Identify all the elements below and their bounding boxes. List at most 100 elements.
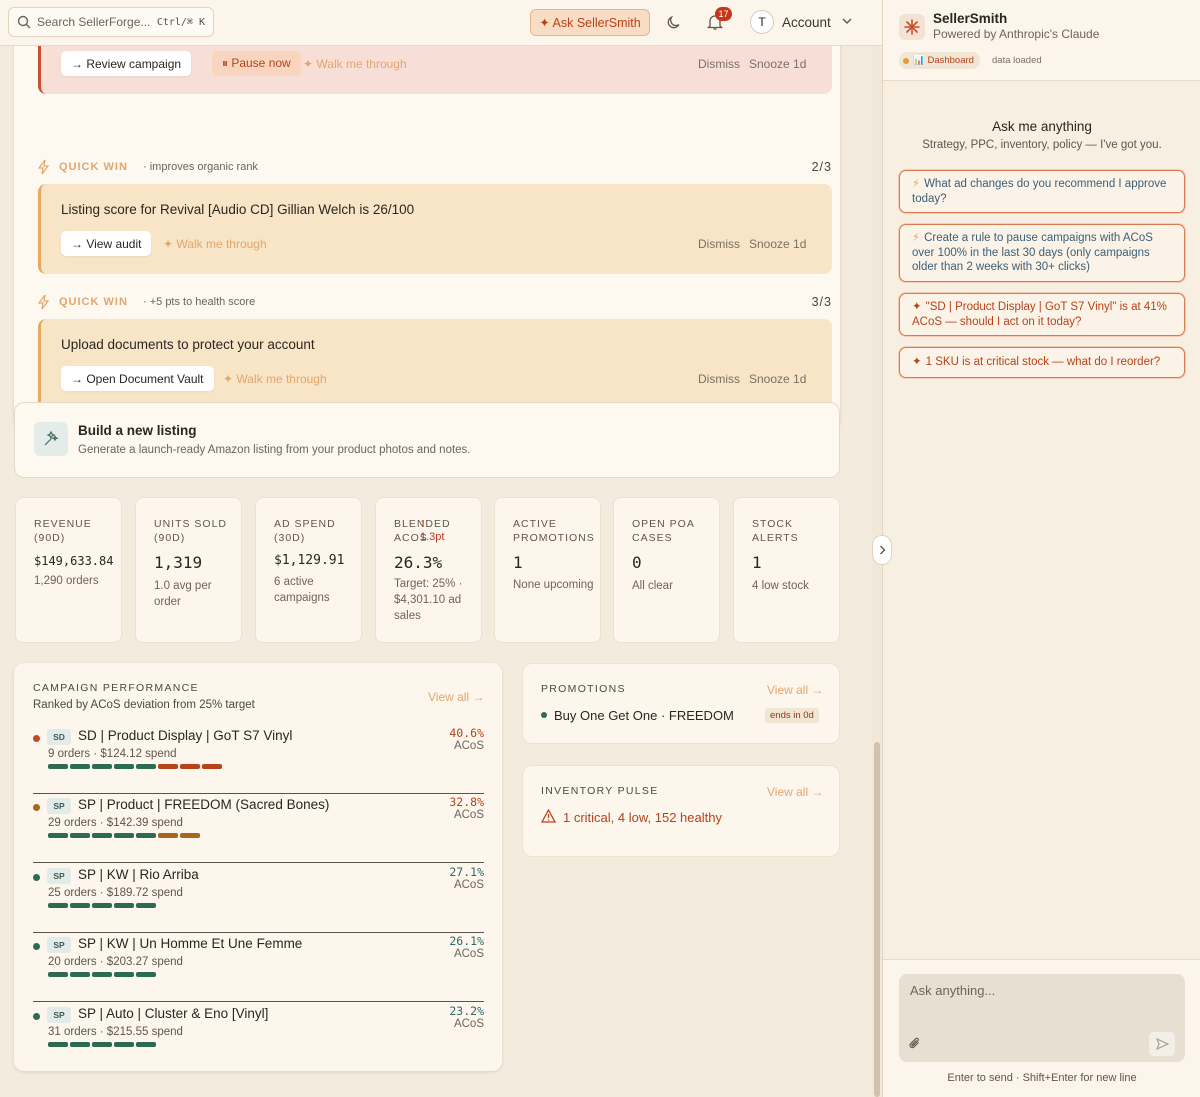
- kpi-stock-alerts: STOCK ALERTS 1 4 low stock: [733, 497, 840, 643]
- avatar[interactable]: T: [750, 10, 774, 34]
- dismiss-link[interactable]: Dismiss: [698, 372, 740, 386]
- snooze-link[interactable]: Snooze 1d: [749, 237, 806, 251]
- acos-bar-segment: [158, 764, 178, 769]
- inventory-view-all-link[interactable]: View all →: [767, 785, 823, 799]
- kpi-revenue: REVENUE (90D) $149,633.84 1,290 orders: [15, 497, 122, 643]
- kpi-active-promotions: ACTIVE PROMOTIONS 1 None upcoming: [494, 497, 601, 643]
- pause-now-button[interactable]: ⏸ Pause now: [212, 51, 301, 76]
- acos-bar: [48, 764, 222, 769]
- sparkle-icon: ✦: [912, 356, 922, 368]
- campaign-type-badge: SD: [47, 729, 71, 745]
- suggestion-text: 1 SKU is at critical stock — what do I r…: [925, 356, 1161, 368]
- campaign-name[interactable]: SP | Product | FREEDOM (Sacred Bones): [78, 797, 329, 812]
- kpi-blended-acos: BLENDED ACOS ↑ 1.3pt 26.3% Target: 25% ·…: [375, 497, 482, 643]
- campaign-acos: 27.1%: [449, 865, 484, 879]
- build-listing-card[interactable]: Build a new listing Generate a launch-re…: [14, 402, 840, 478]
- quick-win-label: QUICK WIN: [59, 296, 128, 308]
- campaign-name[interactable]: SP | KW | Un Homme Et Une Femme: [78, 936, 302, 951]
- dismiss-link[interactable]: Dismiss: [698, 57, 740, 71]
- campaign-acos-label: ACoS: [453, 1018, 484, 1030]
- chat-input-box[interactable]: [899, 974, 1185, 1062]
- acos-bar-segment: [114, 1042, 134, 1047]
- campaign-row[interactable]: SP SP | KW | Rio Arriba 25 orders · $189.7…: [33, 865, 484, 933]
- acos-bar-segment: [70, 903, 90, 908]
- walk-me-through-link[interactable]: ✦ Walk me through: [163, 237, 267, 251]
- chevron-right-icon: [879, 545, 885, 555]
- campaigns-view-all-link[interactable]: View all →: [428, 690, 484, 704]
- kpi-value: $1,129.91: [274, 553, 345, 568]
- walk-me-through-link[interactable]: ✦ Walk me through: [223, 372, 327, 386]
- status-dot: [903, 57, 909, 64]
- inventory-pulse-title: INVENTORY PULSE: [541, 785, 659, 797]
- chat-input[interactable]: [899, 974, 1185, 1034]
- send-button[interactable]: [1149, 1032, 1175, 1056]
- search-input[interactable]: Search SellerForge... Ctrl/⌘ K: [8, 7, 214, 37]
- acos-bar: [48, 972, 156, 977]
- campaign-name[interactable]: SD | Product Display | GoT S7 Vinyl: [78, 728, 292, 743]
- campaign-type-badge: SP: [47, 937, 71, 953]
- campaign-acos-label: ACoS: [453, 809, 484, 821]
- context-chip-label: 📊 Dashboard: [913, 55, 974, 66]
- acos-bar-segment: [180, 764, 200, 769]
- promotion-item[interactable]: Buy One Get One · FREEDOM: [554, 708, 734, 723]
- ask-sellersmith-button[interactable]: ✦ Ask SellerSmith: [530, 9, 650, 36]
- paperclip-icon[interactable]: [909, 1036, 921, 1050]
- campaign-acos-label: ACoS: [453, 740, 484, 752]
- suggestion-text: What ad changes do you recommend I appro…: [912, 178, 1167, 205]
- snooze-link[interactable]: Snooze 1d: [749, 57, 806, 71]
- acos-bar-segment: [158, 833, 178, 838]
- review-campaign-button[interactable]: → Review campaign: [61, 51, 192, 76]
- top-bar: Search SellerForge... Ctrl/⌘ K ✦ Ask Sel…: [0, 0, 882, 46]
- open-document-vault-button[interactable]: → Open Document Vault: [61, 366, 214, 391]
- kpi-label: AD SPEND (30D): [274, 518, 336, 544]
- quick-win-note: · improves organic rank: [143, 161, 258, 173]
- suggestion-button[interactable]: ⚡ What ad changes do you recommend I appr…: [899, 170, 1185, 213]
- status-dot: [541, 712, 547, 718]
- kpi-value: 1: [752, 553, 762, 572]
- acos-bar-segment: [136, 764, 156, 769]
- build-listing-title: Build a new listing: [78, 423, 197, 438]
- quick-win-title: Upload documents to protect your account: [61, 337, 315, 352]
- status-dot: [33, 943, 40, 950]
- dismiss-link[interactable]: Dismiss: [698, 237, 740, 251]
- context-chip[interactable]: 📊 Dashboard: [899, 52, 980, 69]
- suggestion-text: Create a rule to pause campaigns with AC…: [912, 232, 1153, 273]
- kpi-sub: 6 active campaigns: [274, 576, 330, 604]
- search-placeholder: Search SellerForge...: [37, 15, 151, 29]
- kpi-value: 1,319: [154, 553, 203, 572]
- search-icon: [17, 15, 31, 29]
- acos-bar-segment: [48, 833, 68, 838]
- kpi-value: 0: [632, 553, 642, 572]
- kpi-value: 1: [513, 553, 523, 572]
- moon-icon[interactable]: [666, 14, 682, 30]
- suggestion-button[interactable]: ✦ "SD | Product Display | GoT S7 Vinyl" i…: [899, 293, 1185, 336]
- campaign-row[interactable]: SD SD | Product Display | GoT S7 Vinyl 9 o…: [33, 726, 484, 794]
- campaign-row[interactable]: SP SP | Auto | Cluster & Eno [Vinyl] 31 or…: [33, 1004, 484, 1072]
- campaign-acos: 26.1%: [449, 934, 484, 948]
- inventory-summary: 1 critical, 4 low, 152 healthy: [563, 810, 722, 825]
- snooze-link[interactable]: Snooze 1d: [749, 372, 806, 386]
- kpi-label: STOCK ALERTS: [752, 518, 799, 544]
- suggestion-button[interactable]: ⚡ Create a rule to pause campaigns with A…: [899, 224, 1185, 282]
- campaign-row[interactable]: SP SP | KW | Un Homme Et Une Femme 20 orde…: [33, 934, 484, 1002]
- acos-bar-segment: [92, 1042, 112, 1047]
- promotions-view-all-link[interactable]: View all →: [767, 683, 823, 697]
- kpi-sub: All clear: [632, 580, 673, 592]
- quick-win-count: 3/3: [811, 295, 832, 309]
- campaign-row[interactable]: SP SP | Product | FREEDOM (Sacred Bones) 2…: [33, 795, 484, 863]
- campaign-acos: 32.8%: [449, 795, 484, 809]
- campaign-meta: 29 orders · $142.39 spend: [48, 817, 183, 829]
- kpi-sub: 1.0 avg per order: [154, 580, 212, 608]
- campaign-name[interactable]: SP | Auto | Cluster & Eno [Vinyl]: [78, 1006, 268, 1021]
- quick-win-header: QUICK WIN · improves organic rank 2/3: [38, 158, 832, 178]
- kpi-sub: 1,290 orders: [34, 575, 99, 587]
- account-menu[interactable]: Account: [782, 15, 831, 30]
- collapse-panel-button[interactable]: [872, 535, 892, 565]
- walk-me-through-link[interactable]: ✦ Walk me through: [303, 57, 407, 71]
- chevron-down-icon[interactable]: [842, 17, 852, 25]
- acos-bar-segment: [136, 903, 156, 908]
- suggestion-button[interactable]: ✦ 1 SKU is at critical stock — what do I …: [899, 347, 1185, 378]
- scrollbar-thumb[interactable]: [874, 742, 880, 1097]
- view-audit-button[interactable]: → View audit: [61, 231, 152, 256]
- campaign-name[interactable]: SP | KW | Rio Arriba: [78, 867, 199, 882]
